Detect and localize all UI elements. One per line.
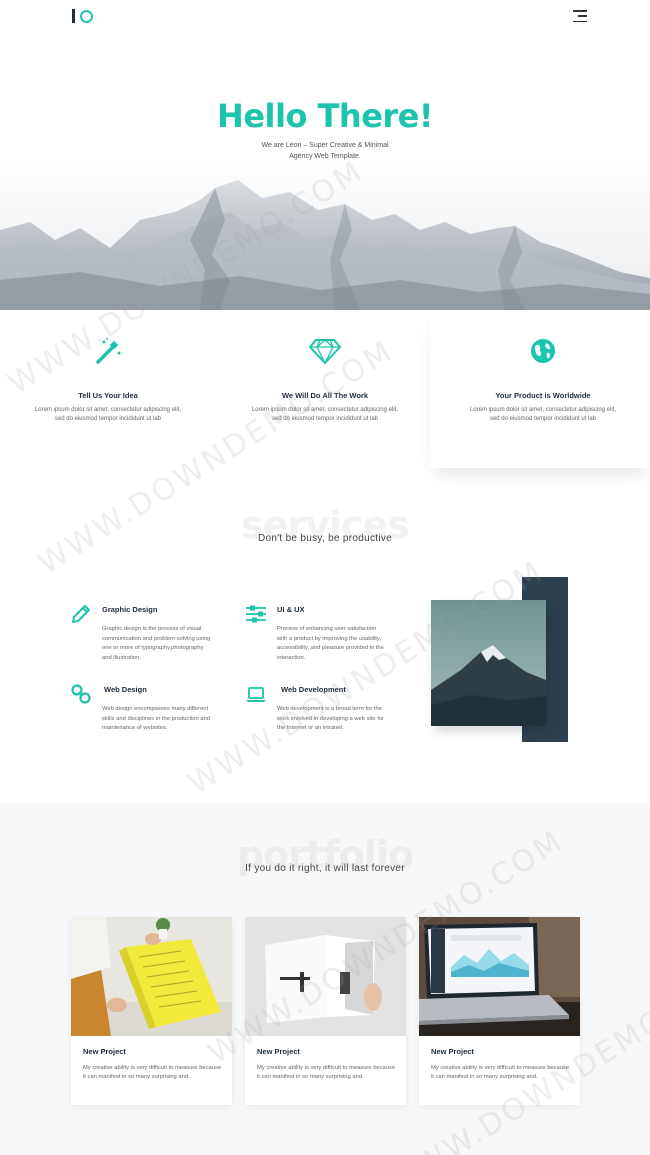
feature-worldwide: Your Product is Worldwide Lorem ipsum do… <box>468 310 618 424</box>
feature-text: Lorem ipsum dolor sit amet, consectetur … <box>34 407 182 422</box>
sliders-icon <box>246 605 266 623</box>
portfolio-card[interactable]: New Project My creative ability is very … <box>245 917 406 1105</box>
services-tagline: Don't be busy, be productive <box>257 533 393 544</box>
service-text: Web design encompasses many different sk… <box>102 706 210 731</box>
feature-text: Lorem ipsum dolor sit amet, consectetur … <box>469 407 617 422</box>
feature-title: Your Product is Worldwide <box>495 391 591 400</box>
portfolio-thumbnail[interactable] <box>245 917 406 1036</box>
laptop-icon <box>246 687 266 702</box>
service-text: Graphic design is the process of visual … <box>102 626 211 661</box>
service-title: Graphic Design <box>102 605 158 614</box>
portfolio-thumbnail[interactable] <box>419 917 580 1036</box>
portfolio-card-text: My creative ability is very difficult to… <box>257 1065 396 1080</box>
portfolio-card[interactable]: New Project My creative ability is very … <box>71 917 232 1105</box>
feature-text: Lorem ipsum dolor sit amet, consectetur … <box>251 407 399 422</box>
service-title: Web Design <box>104 685 147 694</box>
portfolio-card-title[interactable]: New Project <box>83 1047 126 1056</box>
service-text: Process of enhancing user satisfaction w… <box>277 626 384 661</box>
globe-icon <box>531 339 555 363</box>
hero-subtitle: We are Leon – Super Creative & Minimal A… <box>261 142 389 160</box>
link-icon <box>71 684 91 704</box>
logo-ring-icon <box>80 9 93 23</box>
service-text: Web development is a broad term for the … <box>277 706 384 731</box>
portfolio-thumbnail[interactable] <box>71 917 232 1036</box>
hero-title: Hello There! <box>217 97 433 135</box>
service-title: UI & UX <box>277 605 305 614</box>
portfolio-card-title[interactable]: New Project <box>431 1047 474 1056</box>
hamburger-icon[interactable] <box>573 9 587 23</box>
magic-wand-icon <box>96 338 121 364</box>
feature-title: We Will Do All The Work <box>281 391 369 400</box>
feature-work: We Will Do All The Work Lorem ipsum dolo… <box>250 310 400 424</box>
logo-bar <box>72 9 75 23</box>
portfolio-tagline: If you do it right, it will last forever <box>245 863 405 874</box>
pencil-icon <box>72 605 90 623</box>
portfolio-card-text: My creative ability is very difficult to… <box>431 1065 570 1080</box>
features-section: Tell Us Your Idea Lorem ipsum dolor sit … <box>0 310 650 468</box>
diamond-icon <box>308 339 342 365</box>
services-mountain-photo <box>431 600 546 726</box>
portfolio-card[interactable]: New Project My creative ability is very … <box>419 917 580 1105</box>
feature-title: Tell Us Your Idea <box>78 391 138 400</box>
portfolio-card-title[interactable]: New Project <box>257 1047 300 1056</box>
service-title: Web Development <box>281 685 346 694</box>
logo[interactable] <box>72 9 93 23</box>
portfolio-card-text: My creative ability is very difficult to… <box>83 1065 222 1080</box>
feature-idea: Tell Us Your Idea Lorem ipsum dolor sit … <box>33 310 183 424</box>
hero-mountains-image <box>0 160 650 310</box>
